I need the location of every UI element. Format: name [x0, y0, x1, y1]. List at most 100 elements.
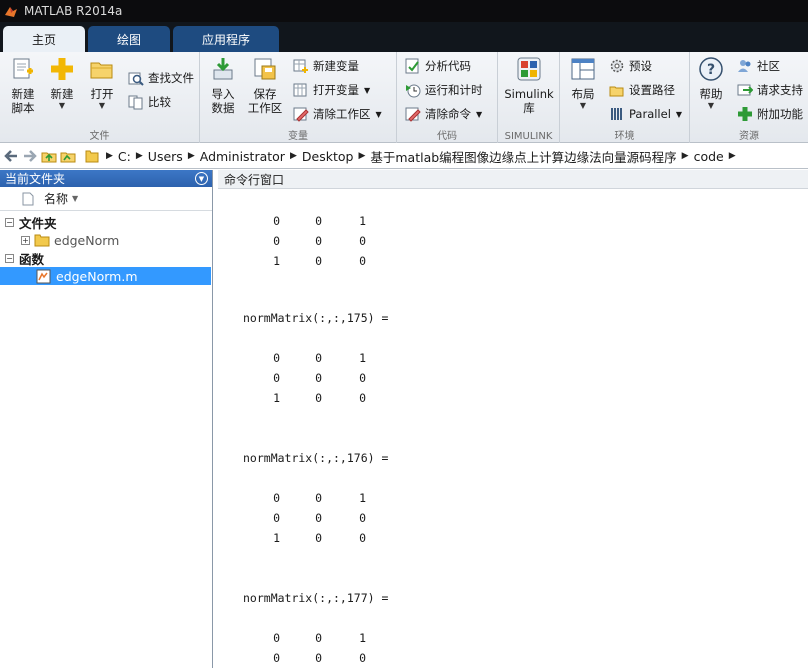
- clear-commands-button[interactable]: 清除命令 ▼: [405, 104, 482, 124]
- code-group: 分析代码 运行和计时 清除命令 ▼ 代码: [397, 52, 498, 143]
- matrix-cell: 0: [273, 511, 280, 525]
- matrix-cell: 0: [359, 234, 366, 248]
- new-label: 新建: [50, 87, 74, 101]
- breadcrumb-separator-icon[interactable]: ▶: [290, 151, 297, 161]
- parallel-dropdown-icon[interactable]: ▼: [676, 110, 682, 119]
- matrix-cell: 0: [359, 531, 366, 545]
- layout-button[interactable]: 布局 ▼: [562, 56, 604, 111]
- breadcrumb-separator-icon[interactable]: ▶: [188, 151, 195, 161]
- matrix-cell: 0: [359, 651, 366, 665]
- matrix-cell: 1: [359, 631, 366, 645]
- breadcrumb-separator-icon[interactable]: ▶: [136, 151, 143, 161]
- community-button[interactable]: 社区: [737, 56, 780, 76]
- clear-workspace-dropdown-icon[interactable]: ▼: [376, 110, 382, 119]
- ribbon-toolstrip: 新建 脚本 新建 ▼ 打开 ▼ 查找文件 比较 文件 导入 数据 保存 工作区 …: [0, 52, 808, 143]
- preferences-button[interactable]: 预设: [609, 56, 652, 76]
- matrix-header: normMatrix(:,:,176) =: [243, 451, 389, 465]
- browse-folder-icon[interactable]: [60, 148, 76, 164]
- new-dropdown-icon[interactable]: ▼: [59, 101, 65, 111]
- tab-home[interactable]: 主页: [3, 26, 85, 52]
- breadcrumb-item[interactable]: 基于matlab编程图像边缘点上计算边缘法向量源码程序: [370, 147, 676, 166]
- file-group: 新建 脚本 新建 ▼ 打开 ▼ 查找文件 比较 文件: [0, 52, 200, 143]
- file-name: edgeNorm.m: [56, 268, 138, 284]
- title-bar: MATLAB R2014a: [0, 0, 808, 22]
- matrix-cell: 0: [273, 631, 280, 645]
- new-variable-icon: [293, 59, 308, 73]
- section-functions[interactable]: − 函数: [0, 249, 211, 267]
- add-ons-button[interactable]: 附加功能: [737, 104, 803, 124]
- set-path-button[interactable]: 设置路径: [609, 80, 675, 100]
- section-folders[interactable]: − 文件夹: [0, 213, 211, 231]
- open-variable-button[interactable]: 打开变量 ▼: [293, 80, 370, 100]
- import-data-button[interactable]: 导入 数据: [202, 56, 244, 115]
- matrix-cell: 1: [359, 491, 366, 505]
- tab-apps[interactable]: 应用程序: [173, 26, 279, 52]
- clear-commands-dropdown-icon[interactable]: ▼: [476, 110, 482, 119]
- collapse-toggle-icon[interactable]: −: [5, 217, 14, 227]
- matrix-cell: 0: [315, 234, 322, 248]
- command-window[interactable]: 命令行窗口 0 0 1 0 0 0 1 0 0 normMatrix(:,:,175) = 0 0 1 0…: [218, 170, 808, 668]
- forward-arrow-icon[interactable]: [22, 148, 38, 164]
- simulink-group: Simulink 库 SIMULINK: [498, 52, 560, 143]
- add-ons-label: 附加功能: [757, 107, 803, 121]
- expand-toggle-icon[interactable]: +: [21, 235, 30, 245]
- sort-arrow-icon[interactable]: ▼: [72, 194, 78, 203]
- compare-icon: [128, 95, 143, 110]
- breadcrumb-item[interactable]: code: [694, 149, 724, 164]
- matrix-header: normMatrix(:,:,177) =: [243, 591, 389, 605]
- back-arrow-icon[interactable]: [3, 148, 19, 164]
- import-data-icon: [213, 58, 233, 80]
- save-workspace-button[interactable]: 保存 工作区: [244, 56, 286, 115]
- breadcrumb-item[interactable]: C:: [118, 149, 131, 164]
- breadcrumb-separator-icon[interactable]: ▶: [729, 151, 736, 161]
- breadcrumb-item[interactable]: Desktop: [302, 149, 354, 164]
- set-path-label: 设置路径: [629, 83, 675, 97]
- new-script-button[interactable]: 新建 脚本: [2, 56, 44, 115]
- open-variable-dropdown-icon[interactable]: ▼: [364, 86, 370, 95]
- matrix-cell: 0: [315, 254, 322, 268]
- compare-button[interactable]: 比较: [128, 92, 171, 112]
- resources-group: ? 帮助 ▼ 社区 请求支持 附加功能 资源: [690, 52, 808, 143]
- collapse-toggle-icon[interactable]: −: [5, 253, 14, 263]
- help-icon: ?: [699, 57, 723, 81]
- layout-dropdown-icon[interactable]: ▼: [580, 101, 586, 111]
- run-and-time-button[interactable]: 运行和计时: [405, 80, 483, 100]
- matrix-cell: 0: [273, 234, 280, 248]
- open-dropdown-icon[interactable]: ▼: [99, 101, 105, 111]
- matrix-cell: 0: [315, 214, 322, 228]
- list-item-selected[interactable]: edgeNorm.m: [0, 267, 211, 285]
- tab-plots[interactable]: 绘图: [88, 26, 170, 52]
- new-variable-button[interactable]: 新建变量: [293, 56, 359, 76]
- clear-workspace-button[interactable]: 清除工作区 ▼: [293, 104, 382, 124]
- help-dropdown-icon[interactable]: ▼: [708, 101, 714, 111]
- simulink-library-button[interactable]: Simulink 库: [504, 56, 554, 115]
- new-button[interactable]: 新建 ▼: [41, 56, 83, 111]
- breadcrumb-separator-icon[interactable]: ▶: [106, 151, 113, 161]
- matrix-cell: 0: [315, 531, 322, 545]
- open-button[interactable]: 打开 ▼: [81, 56, 123, 111]
- find-files-button[interactable]: 查找文件: [128, 68, 194, 88]
- list-item[interactable]: + edgeNorm: [0, 231, 211, 249]
- address-bar: ▶ C: ▶ Users ▶ Administrator ▶ Desktop ▶ 基于matlab…: [0, 144, 808, 169]
- analyze-code-button[interactable]: 分析代码: [405, 56, 471, 76]
- parallel-button[interactable]: Parallel ▼: [609, 104, 682, 124]
- root-folder-icon: [85, 150, 99, 163]
- breadcrumb-separator-icon[interactable]: ▶: [358, 151, 365, 161]
- help-button[interactable]: ? 帮助 ▼: [690, 56, 732, 111]
- breadcrumb-item[interactable]: Users: [148, 149, 183, 164]
- command-window-title: 命令行窗口: [224, 172, 285, 187]
- matrix-cell: 0: [359, 254, 366, 268]
- svg-text:?: ?: [707, 62, 715, 78]
- parallel-label: Parallel: [629, 107, 671, 121]
- breadcrumb-separator-icon[interactable]: ▶: [682, 151, 689, 161]
- matrix-cell: 1: [359, 214, 366, 228]
- clear-commands-label: 清除命令: [425, 107, 471, 121]
- breadcrumb-item[interactable]: Administrator: [200, 149, 285, 164]
- up-folder-icon[interactable]: [41, 148, 57, 164]
- request-support-button[interactable]: 请求支持: [737, 80, 803, 100]
- name-column-header[interactable]: 名称 ▼: [0, 187, 212, 211]
- panel-actions-icon[interactable]: ▼: [195, 172, 208, 185]
- help-label: 帮助: [699, 87, 723, 101]
- compare-label: 比较: [148, 95, 171, 109]
- save-workspace-icon: [254, 58, 276, 80]
